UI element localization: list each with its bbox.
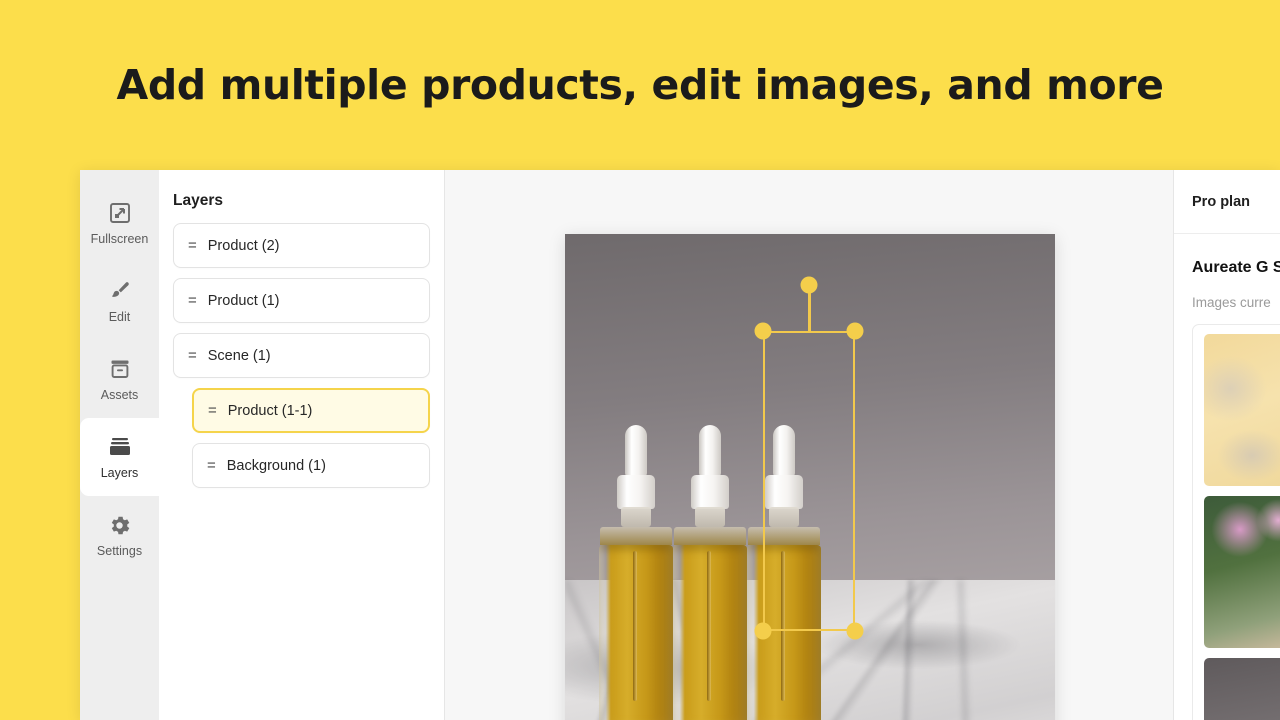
- sidebar-item-label: Settings: [96, 544, 143, 559]
- app-window: Fullscreen Edit Assets Layers Settings L…: [80, 170, 1280, 720]
- thumbnail-item[interactable]: [1204, 658, 1280, 720]
- dropper-cap: [691, 474, 729, 509]
- images-note: Images curre: [1192, 295, 1271, 311]
- resize-handle-top-left[interactable]: [754, 322, 772, 340]
- product-bottle-left[interactable]: [599, 424, 673, 720]
- sidebar-item-label: Edit: [108, 310, 131, 325]
- layers-panel-title: Layers: [173, 192, 223, 209]
- dropper-tip: [699, 424, 721, 477]
- sidebar-item-layers[interactable]: Layers: [80, 418, 159, 496]
- thumbnail-item[interactable]: [1204, 496, 1280, 649]
- bottle-shoulder: [600, 526, 672, 545]
- sidebar-item-edit[interactable]: Edit: [80, 262, 159, 340]
- bottle-shoulder: [748, 526, 820, 545]
- layer-row[interactable]: = Product (2): [173, 223, 430, 268]
- sidebar-item-assets[interactable]: Assets: [80, 340, 159, 418]
- left-tool-rail: Fullscreen Edit Assets Layers Settings: [80, 170, 159, 720]
- layer-row-selected[interactable]: = Product (1-1): [192, 388, 430, 433]
- drag-handle-icon[interactable]: =: [188, 348, 197, 363]
- sidebar-item-label: Fullscreen: [90, 232, 149, 247]
- page-title: Add multiple products, edit images, and …: [116, 61, 1164, 109]
- sidebar-item-label: Assets: [100, 388, 139, 403]
- bottle-shoulder: [674, 526, 746, 545]
- plan-bar: Pro plan: [1174, 170, 1280, 234]
- bottle-neck: [621, 506, 651, 527]
- rotate-handle[interactable]: [800, 276, 818, 294]
- canvas-stage[interactable]: [445, 170, 1151, 720]
- layers-stack-icon: [107, 434, 133, 460]
- drag-handle-icon[interactable]: =: [208, 403, 217, 418]
- stage-right-gutter: [1151, 170, 1173, 720]
- product-title: Aureate G Serum: [1192, 259, 1280, 276]
- product-bottle-center[interactable]: [673, 424, 747, 720]
- resize-handle-top-right[interactable]: [846, 322, 864, 340]
- layer-row[interactable]: = Scene (1): [173, 333, 430, 378]
- page-root: Add multiple products, edit images, and …: [0, 0, 1280, 720]
- sidebar-item-label: Layers: [100, 466, 139, 481]
- plan-badge: Pro plan: [1192, 193, 1251, 210]
- thumbnail-list: [1192, 324, 1280, 720]
- layer-name: Product (1): [207, 292, 280, 309]
- bottle-neck: [695, 506, 725, 527]
- dropper-cap: [765, 474, 803, 509]
- dropper-tip: [773, 424, 795, 477]
- archive-box-icon: [107, 356, 133, 382]
- layer-row[interactable]: = Product (1): [173, 278, 430, 323]
- resize-handle-bottom-left[interactable]: [754, 622, 772, 640]
- layer-name: Background (1): [226, 457, 326, 474]
- right-details-panel: Pro plan Aureate G Serum Images curre: [1173, 170, 1280, 720]
- paintbrush-icon: [107, 278, 133, 304]
- layer-name: Scene (1): [207, 347, 271, 364]
- layer-row[interactable]: = Background (1): [192, 443, 430, 488]
- resize-handle-bottom-right[interactable]: [846, 622, 864, 640]
- bottle-neck: [769, 506, 799, 527]
- drag-handle-icon[interactable]: =: [188, 238, 197, 253]
- layer-name: Product (1-1): [227, 402, 313, 419]
- right-panel-body: Aureate G Serum Images curre: [1174, 234, 1280, 720]
- fullscreen-expand-icon: [107, 200, 133, 226]
- bottle-body: [673, 544, 747, 720]
- sidebar-item-fullscreen[interactable]: Fullscreen: [80, 184, 159, 262]
- thumbnail-item[interactable]: [1204, 334, 1280, 487]
- drag-handle-icon[interactable]: =: [188, 293, 197, 308]
- sidebar-item-settings[interactable]: Settings: [80, 496, 159, 574]
- drag-handle-icon[interactable]: =: [207, 458, 216, 473]
- bottle-body: [599, 544, 673, 720]
- dropper-tip: [625, 424, 647, 477]
- canvas-artboard[interactable]: [565, 234, 1055, 720]
- gear-icon: [107, 512, 133, 538]
- dropper-cap: [617, 474, 655, 509]
- layers-panel: Layers = Product (2) = Product (1) = Sce…: [159, 170, 445, 720]
- layer-name: Product (2): [207, 237, 280, 254]
